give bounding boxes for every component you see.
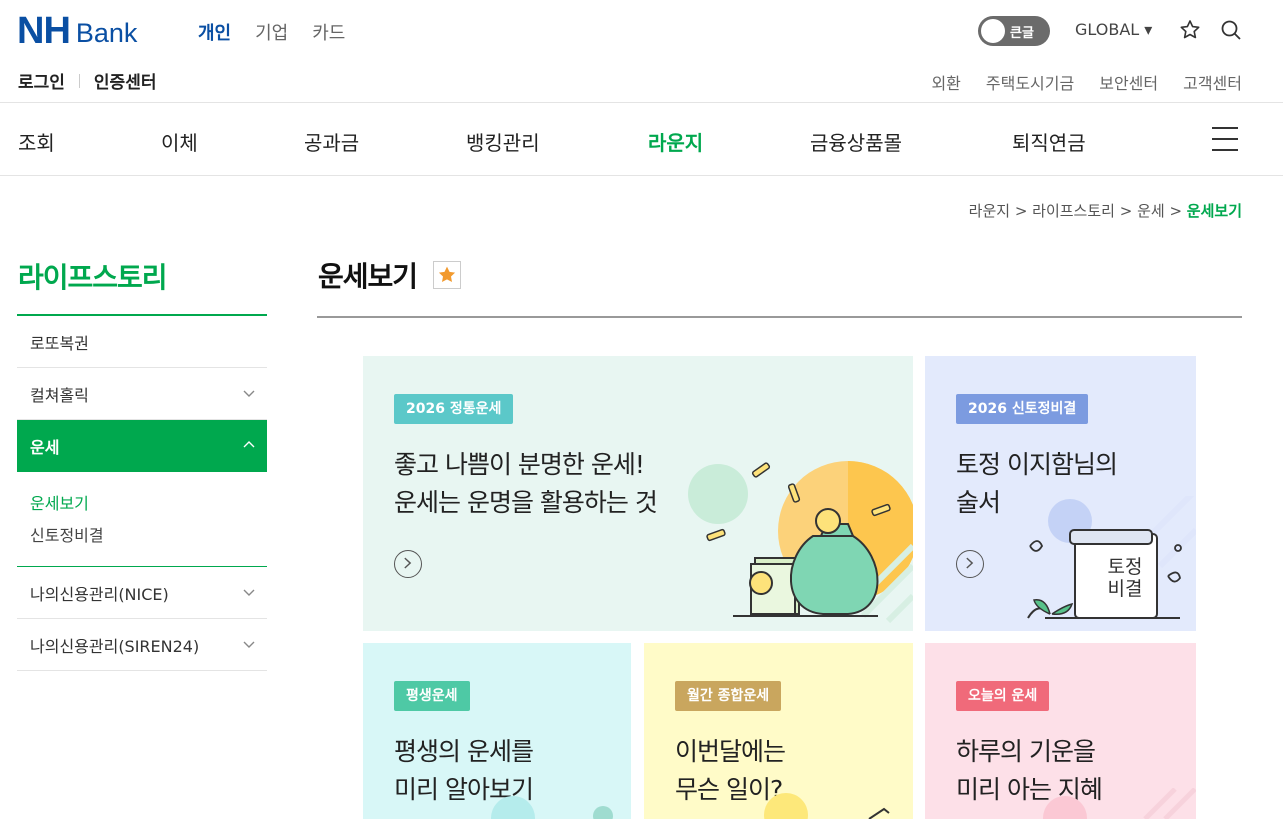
card-badge: 2026 정통운세	[394, 394, 514, 424]
card-illustration	[764, 793, 890, 819]
chevron-up-icon	[243, 441, 255, 448]
star-icon[interactable]	[1178, 18, 1202, 42]
book-title: 토정 비결	[1107, 556, 1143, 600]
breadcrumb-item[interactable]: 라운지	[969, 202, 1010, 220]
card-description: 좋고 나쁨이 분명한 운세! 운세는 운명을 활용하는 것	[394, 450, 658, 517]
fortune-card-today[interactable]: 오늘의 운세 하루의 기운을 미리 아는 지혜	[925, 643, 1196, 819]
global-language-dropdown[interactable]: GLOBAL ▾	[1075, 20, 1152, 39]
card-badge: 2026 신토정비결	[956, 394, 1089, 424]
tab-business[interactable]: 기업	[255, 19, 288, 45]
sidebar-item-label: 운세	[30, 438, 60, 457]
sidebar-item-lotto[interactable]: 로또복권	[17, 316, 267, 368]
divider	[317, 316, 1242, 318]
divider	[0, 175, 1283, 176]
gnb-item-transfer[interactable]: 이체	[161, 127, 198, 156]
breadcrumb-separator: >	[1114, 202, 1138, 220]
sidebar-item-credit-nice[interactable]: 나의신용관리(NICE)	[17, 567, 267, 619]
tab-personal[interactable]: 개인	[198, 19, 231, 45]
toggle-label: 큰글	[1010, 26, 1034, 41]
chevron-down-icon	[243, 641, 255, 648]
breadcrumb-current: 운세보기	[1186, 202, 1242, 220]
customer-type-tabs: 개인 기업 카드	[198, 19, 345, 45]
login-row: 로그인 인증센터	[18, 68, 156, 93]
util-link-customer-center[interactable]: 고객센터	[1183, 70, 1242, 94]
login-link[interactable]: 로그인	[18, 68, 65, 93]
gnb-item-utility-bills[interactable]: 공과금	[304, 127, 359, 156]
money-bag-illustration	[688, 461, 913, 624]
sidebar-title: 라이프스토리	[18, 261, 168, 294]
gnb-item-product-mall[interactable]: 금융상품몰	[810, 127, 902, 156]
logo-bank-text: Bank	[75, 17, 138, 48]
arrow-right-icon[interactable]	[956, 550, 984, 578]
sidebar-item-label: 로또복권	[30, 333, 89, 353]
breadcrumb-item[interactable]: 라이프스토리	[1032, 202, 1115, 220]
card-badge: 오늘의 운세	[956, 681, 1050, 711]
gnb-item-pension[interactable]: 퇴직연금	[1012, 127, 1086, 156]
nh-bank-logo[interactable]: NH Bank	[17, 12, 137, 50]
utility-links: 외환 주택도시기금 보안센터 고객센터	[931, 70, 1242, 94]
star-filled-icon	[438, 266, 456, 283]
sidebar-item-credit-siren24[interactable]: 나의신용관리(SIREN24)	[17, 619, 267, 671]
favorite-button[interactable]	[433, 261, 461, 289]
breadcrumb: 라운지 > 라이프스토리 > 운세 > 운세보기	[969, 200, 1242, 221]
sidebar: 로또복권 컬쳐홀릭 운세 운세보기 신토정비결 나의신용관리(NICE) 나의신…	[17, 314, 267, 671]
gnb-item-inquiry[interactable]: 조회	[18, 127, 55, 156]
util-link-security-center[interactable]: 보안센터	[1099, 70, 1158, 94]
sidebar-subitem-tojeong[interactable]: 신토정비결	[30, 520, 254, 552]
global-nav: 조회 이체 공과금 뱅킹관리 라운지 금융상품몰 퇴직연금	[0, 103, 1283, 176]
fortune-card-lifetime[interactable]: 평생운세 평생의 운세를 미리 알아보기	[363, 643, 631, 819]
menu-icon[interactable]	[1212, 127, 1238, 151]
card-badge: 평생운세	[394, 681, 470, 711]
divider	[78, 73, 80, 88]
fortune-card-tojeong[interactable]: 2026 신토정비결 토정 이지함님의 술서 토정 비결	[925, 356, 1196, 631]
sidebar-subitem-fortune-view[interactable]: 운세보기	[30, 488, 254, 520]
fortune-card-monthly[interactable]: 월간 종합운세 이번달에는 무슨 일이?	[644, 643, 913, 819]
sidebar-item-label: 나의신용관리(SIREN24)	[30, 636, 200, 656]
large-text-toggle[interactable]: 큰글	[978, 16, 1050, 46]
breadcrumb-item[interactable]: 운세	[1137, 202, 1165, 220]
arrow-right-icon[interactable]	[394, 550, 422, 578]
tab-card[interactable]: 카드	[312, 19, 345, 45]
logo-nh-text: NH	[17, 10, 71, 52]
fortune-card-traditional[interactable]: 2026 정통운세 좋고 나쁨이 분명한 운세! 운세는 운명을 활용하는 것	[363, 356, 913, 631]
search-icon[interactable]	[1219, 18, 1243, 42]
gnb-item-lounge[interactable]: 라운지	[648, 127, 703, 156]
sidebar-item-fortune[interactable]: 운세	[17, 420, 267, 472]
chevron-down-icon	[243, 390, 255, 397]
page-title: 운세보기	[318, 260, 418, 293]
breadcrumb-separator: >	[1010, 202, 1033, 220]
cert-center-link[interactable]: 인증센터	[94, 68, 157, 93]
gnb-item-banking-mgmt[interactable]: 뱅킹관리	[466, 127, 540, 156]
breadcrumb-separator: >	[1164, 202, 1187, 220]
card-illustration	[491, 796, 613, 819]
util-link-forex[interactable]: 외환	[931, 70, 960, 94]
sidebar-submenu: 운세보기 신토정비결	[17, 472, 267, 567]
toggle-knob	[981, 19, 1005, 43]
sidebar-item-label: 나의신용관리(NICE)	[30, 584, 169, 604]
chevron-down-icon	[243, 589, 255, 596]
sidebar-item-culture[interactable]: 컬쳐홀릭	[17, 368, 267, 420]
util-link-housing-fund[interactable]: 주택도시기금	[986, 70, 1074, 94]
card-badge: 월간 종합운세	[675, 681, 782, 711]
card-illustration	[1043, 788, 1196, 819]
sidebar-item-label: 컬쳐홀릭	[30, 385, 89, 405]
